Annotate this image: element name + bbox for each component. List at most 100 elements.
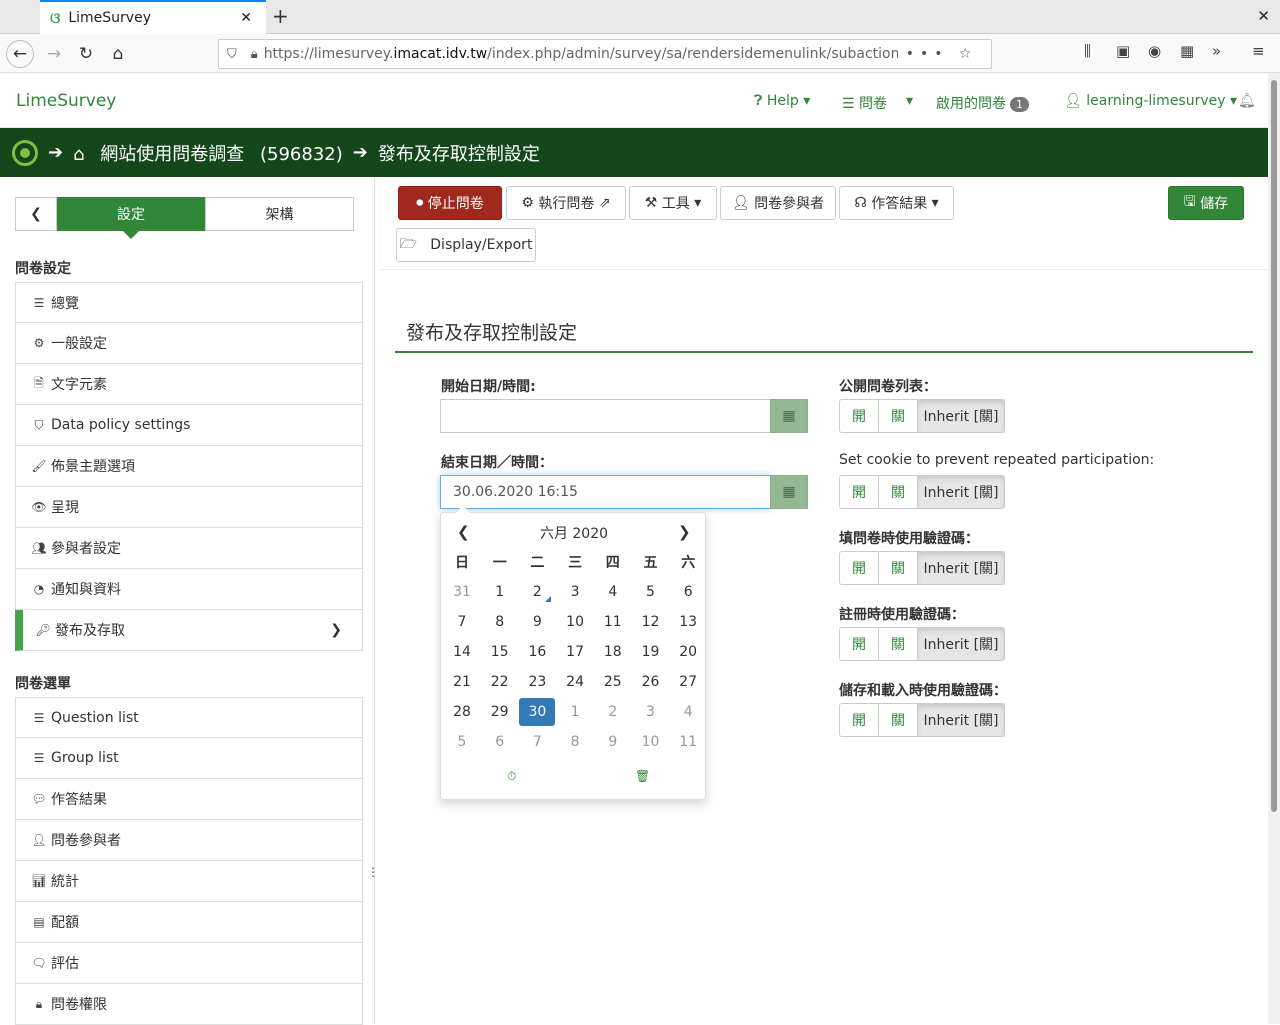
day-cell[interactable]: 13 (670, 608, 706, 636)
trash-icon[interactable]: 🗑︎ (635, 769, 650, 783)
toggle-inherit-button[interactable]: Inherit [關] (918, 476, 1004, 508)
day-cell[interactable]: 12 (633, 608, 669, 636)
next-month-icon[interactable]: ❯ (678, 523, 691, 541)
url-bar[interactable]: ⛉ 🔒︎ https://limesurvey.imacat.idv.tw/in… (218, 39, 992, 69)
day-cell[interactable]: 3 (633, 698, 669, 726)
account-icon[interactable]: ◉ (1148, 42, 1161, 60)
toggle-inherit-button[interactable]: Inherit [關] (918, 628, 1004, 660)
day-cell[interactable]: 22 (482, 668, 518, 696)
sidebar-item[interactable]: ▤ 配額 (15, 902, 363, 943)
close-tab-icon[interactable]: ✕ (240, 10, 252, 26)
brand-logo[interactable]: LimeSurvey (16, 91, 116, 111)
surveys-menu[interactable]: ☰ 問卷 (842, 93, 887, 113)
day-cell[interactable]: 24 (557, 668, 593, 696)
day-cell[interactable]: 2 (595, 698, 631, 726)
library-icon[interactable]: ⫼ (1084, 42, 1091, 60)
stop-survey-button[interactable]: ⏺︎ 停止問卷 (398, 186, 502, 220)
datepicker-month[interactable]: 六月 2020 (441, 523, 707, 543)
day-cell[interactable]: 1 (557, 698, 593, 726)
extensions-icon[interactable]: ▦ (1180, 42, 1194, 60)
day-cell[interactable]: 21 (444, 668, 480, 696)
day-cell[interactable]: 14 (444, 638, 480, 666)
sidebar-item[interactable]: 📊︎ 統計 (15, 861, 363, 902)
end-calendar-icon[interactable]: ▦ (770, 475, 808, 509)
reload-icon[interactable]: ↻ (72, 40, 100, 68)
user-menu[interactable]: 👤︎ learning-limesurvey ▾ (1064, 93, 1237, 109)
help-menu[interactable]: ❓︎ Help ▾ (754, 93, 810, 109)
toggle-off-button[interactable]: 關 (879, 704, 918, 736)
day-cell[interactable]: 30 (519, 698, 556, 726)
toggle-off-button[interactable]: 關 (879, 400, 918, 432)
breadcrumb-survey[interactable]: ⌂ 網站使用問卷調查 (596832) (73, 140, 343, 166)
sidebar-item[interactable]: 🔑︎ 發布及存取 ❯ (15, 610, 363, 651)
day-cell[interactable]: 9 (595, 728, 631, 756)
day-cell[interactable]: 11 (595, 608, 631, 636)
day-cell[interactable]: 10 (633, 728, 669, 756)
tab-settings[interactable]: 設定 (57, 197, 205, 239)
tools-dropdown[interactable]: ⚒ 工具 ▾ (629, 186, 717, 220)
sidebar-item[interactable]: ☰ 總覽 (15, 282, 363, 323)
responses-dropdown[interactable]: ☊ 作答結果 ▾ (839, 186, 954, 220)
participants-button[interactable]: 👤︎ 問卷參與者 (720, 186, 836, 220)
day-cell[interactable]: 29 (482, 698, 518, 726)
sidebar-item[interactable]: 🖌︎ 佈景主題選項 (15, 446, 363, 487)
window-close-icon[interactable]: ✕ (1257, 7, 1270, 25)
day-cell[interactable]: 18 (595, 638, 631, 666)
day-cell[interactable]: 7 (444, 608, 480, 636)
tab-structure[interactable]: 架構 (205, 197, 354, 231)
toggle-off-button[interactable]: 關 (879, 552, 918, 584)
sidebar-item[interactable]: 👁︎ 呈現 (15, 487, 363, 528)
day-cell[interactable]: 27 (670, 668, 706, 696)
limesurvey-logo-icon[interactable] (12, 139, 38, 166)
toggle-inherit-button[interactable]: Inherit [關] (918, 400, 1004, 432)
day-cell[interactable]: 11 (670, 728, 706, 756)
display-export-button[interactable]: 🗁︎ Display/Export (396, 228, 536, 262)
day-cell[interactable]: 8 (557, 728, 593, 756)
sidebar-item[interactable]: 🗎︎ 文字元素 (15, 364, 363, 405)
day-cell[interactable]: 3 (557, 578, 593, 606)
day-cell[interactable]: 8 (482, 608, 518, 636)
day-cell[interactable]: 9 (519, 608, 555, 636)
sidebar-item[interactable]: ☰ Group list (15, 738, 363, 779)
day-cell[interactable]: 20 (670, 638, 706, 666)
collapse-sidebar-button[interactable]: ❮ (15, 197, 57, 231)
page-actions-icon[interactable]: ••• ☆ (906, 46, 978, 62)
day-cell[interactable]: 4 (670, 698, 706, 726)
forward-icon[interactable]: → (40, 40, 68, 68)
day-cell[interactable]: 28 (444, 698, 480, 726)
home-icon[interactable]: ⌂ (104, 40, 132, 68)
sidebar-item[interactable]: ⛉ Data policy settings (15, 405, 363, 446)
day-cell[interactable]: 5 (444, 728, 480, 756)
browser-tab[interactable]: ଓ LimeSurvey ✕ (40, 0, 266, 34)
toggle-inherit-button[interactable]: Inherit [關] (918, 704, 1004, 736)
overflow-icon[interactable]: » (1212, 42, 1221, 60)
start-calendar-icon[interactable]: ▦ (770, 399, 808, 433)
toggle-on-button[interactable]: 開 (840, 552, 879, 584)
day-cell[interactable]: 4 (595, 578, 631, 606)
surveys-dropdown-caret[interactable]: ▾ (906, 93, 913, 109)
toggle-on-button[interactable]: 開 (840, 704, 879, 736)
sidebar-item[interactable]: ☰ Question list (15, 697, 363, 738)
day-cell[interactable]: 1 (482, 578, 518, 606)
toggle-off-button[interactable]: 關 (879, 476, 918, 508)
toggle-on-button[interactable]: 開 (840, 628, 879, 660)
resize-handle[interactable]: ⋮ (367, 865, 379, 879)
toggle-off-button[interactable]: 關 (879, 628, 918, 660)
new-tab-icon[interactable]: + (272, 4, 289, 28)
sidebar-item[interactable]: 🔒︎ 問卷權限 (15, 984, 363, 1025)
execute-survey-button[interactable]: ⚙ 執行問卷 ⇗ (506, 186, 626, 220)
bell-icon[interactable]: 🔔︎ (1238, 93, 1256, 109)
sidebar-item[interactable]: 👤︎ 問卷參與者 (15, 820, 363, 861)
prev-month-icon[interactable]: ❮ (457, 523, 470, 541)
clock-icon[interactable]: ⏱︎ (507, 769, 516, 784)
menu-icon[interactable]: ≡ (1252, 42, 1265, 60)
day-cell[interactable]: 2 (519, 578, 555, 606)
toggle-on-button[interactable]: 開 (840, 400, 879, 432)
scrollbar-thumb[interactable] (1271, 80, 1277, 812)
day-cell[interactable]: 26 (633, 668, 669, 696)
save-button[interactable]: 🖫︎ 儲存 (1168, 186, 1244, 220)
day-cell[interactable]: 6 (482, 728, 518, 756)
day-cell[interactable]: 5 (633, 578, 669, 606)
day-cell[interactable]: 10 (557, 608, 593, 636)
end-date-input[interactable]: 30.06.2020 16:15 (440, 475, 771, 509)
